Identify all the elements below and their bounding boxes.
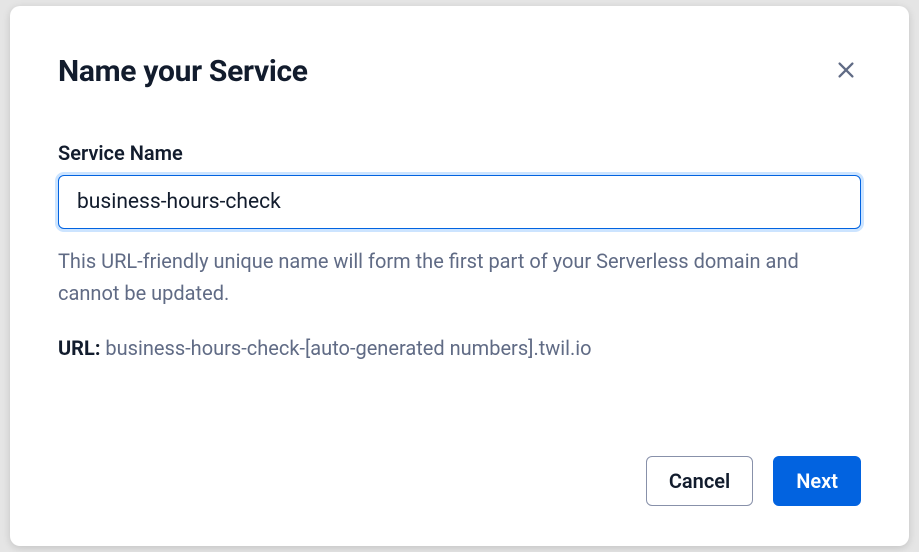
url-value: business-hours-check-[auto-generated num…: [105, 336, 591, 360]
service-name-input[interactable]: [58, 175, 861, 229]
close-button[interactable]: [831, 55, 861, 88]
modal-header: Name your Service: [58, 54, 861, 89]
close-icon: [835, 59, 857, 84]
name-service-modal: Name your Service Service Name This URL-…: [10, 6, 909, 546]
modal-footer: Cancel Next: [58, 456, 861, 506]
help-text: This URL-friendly unique name will form …: [58, 245, 861, 309]
modal-title: Name your Service: [58, 54, 308, 89]
cancel-button[interactable]: Cancel: [646, 456, 753, 506]
service-name-label: Service Name: [58, 141, 861, 165]
url-label: URL:: [58, 336, 100, 360]
next-button[interactable]: Next: [773, 456, 861, 506]
url-preview: URL: business-hours-check-[auto-generate…: [58, 333, 861, 363]
